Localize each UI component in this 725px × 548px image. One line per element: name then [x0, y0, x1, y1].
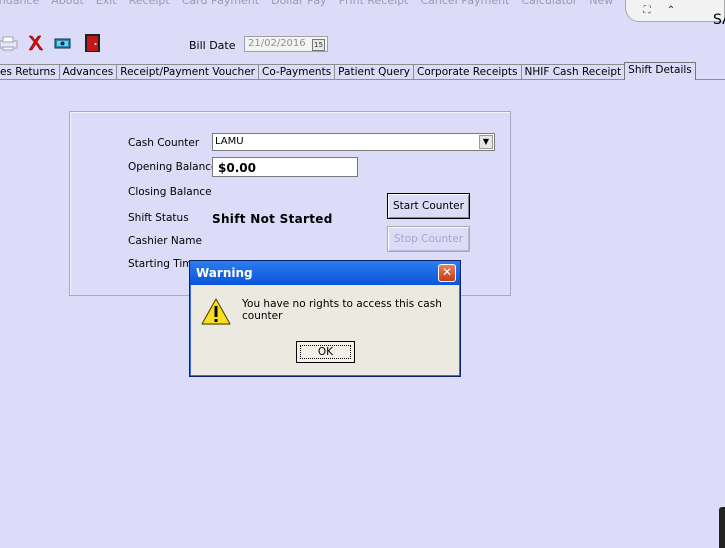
collapse-icon[interactable]: ⌃	[662, 5, 680, 17]
opening-balance-value: $0.00	[218, 161, 256, 175]
tab-returns[interactable]: es Returns	[0, 64, 60, 80]
warning-dialog: Warning ✕ You have no rights to access t…	[189, 260, 461, 377]
tab-advances[interactable]: Advances	[58, 64, 118, 80]
cash-counter-value: LAMU	[215, 136, 244, 147]
cashier-name-label: Cashier Name	[128, 235, 202, 247]
menu-item[interactable]: About	[51, 0, 84, 7]
dialog-title-bar[interactable]: Warning ✕	[190, 261, 460, 285]
closing-balance-label: Closing Balance	[128, 186, 212, 198]
bill-date-value: 21/02/2016	[248, 38, 306, 49]
opening-balance-label: Opening Balance	[128, 161, 218, 173]
shift-status-label: Shift Status	[128, 212, 189, 224]
menu-item[interactable]: New	[589, 0, 613, 7]
dialog-message: You have no rights to access this cash c…	[242, 298, 442, 322]
start-counter-button[interactable]: Start Counter	[387, 193, 470, 219]
window-title-fragment: SA	[713, 12, 725, 28]
printer-icon[interactable]	[0, 34, 18, 52]
shift-status-value: Shift Not Started	[212, 212, 333, 226]
chevron-down-icon[interactable]: ▼	[479, 135, 493, 149]
focus-ring	[300, 345, 351, 359]
menu-item[interactable]: Dollar Pay	[271, 0, 326, 7]
close-icon[interactable]: ✕	[438, 264, 456, 282]
tab-co-payments[interactable]: Co-Payments	[257, 64, 336, 80]
menu-item[interactable]: Card Payment	[182, 0, 259, 7]
restore-icon[interactable]: ⛶	[638, 5, 656, 17]
tab-shift-details[interactable]: Shift Details	[624, 62, 696, 80]
menu-bar: endance About Exit Receipt Card Payment Dolla…	[0, 0, 640, 7]
menu-item[interactable]: Exit	[96, 0, 117, 7]
tab-nhif-cash-receipt[interactable]: NHIF Cash Receipt	[520, 64, 626, 80]
menu-item[interactable]: Receipt	[129, 0, 170, 7]
cash-counter-label: Cash Counter	[128, 137, 200, 149]
menu-item[interactable]: Print Receipt	[339, 0, 409, 7]
menu-item[interactable]: endance	[0, 0, 39, 7]
money-icon[interactable]	[54, 34, 72, 52]
menu-item[interactable]: Cancel Payment	[420, 0, 509, 7]
delete-x-icon[interactable]	[26, 34, 44, 52]
cash-counter-select[interactable]: LAMU ▼	[212, 133, 495, 151]
menu-item[interactable]: Calculator	[521, 0, 577, 7]
tab-corporate-receipts[interactable]: Corporate Receipts	[412, 64, 522, 80]
bill-date-field[interactable]: 21/02/2016 15	[244, 36, 328, 52]
dialog-title: Warning	[196, 266, 253, 280]
tab-patient-query[interactable]: Patient Query	[334, 64, 414, 80]
tab-receipt-payment-voucher[interactable]: Receipt/Payment Voucher	[116, 64, 259, 80]
exit-door-icon[interactable]	[83, 34, 101, 52]
window-controls: ⛶ ⌃	[625, 0, 725, 22]
tab-divider	[0, 79, 725, 80]
scrollbar-thumb[interactable]	[719, 507, 725, 548]
ok-button[interactable]: OK	[296, 341, 355, 363]
tab-strip: es Returns Advances Receipt/Payment Vouche…	[0, 62, 696, 80]
stop-counter-button[interactable]: Stop Counter	[387, 226, 470, 252]
warning-icon	[201, 298, 231, 325]
bill-date-label: Bill Date	[189, 39, 236, 52]
opening-balance-field[interactable]: $0.00	[212, 157, 358, 177]
calendar-icon[interactable]: 15	[312, 39, 325, 51]
